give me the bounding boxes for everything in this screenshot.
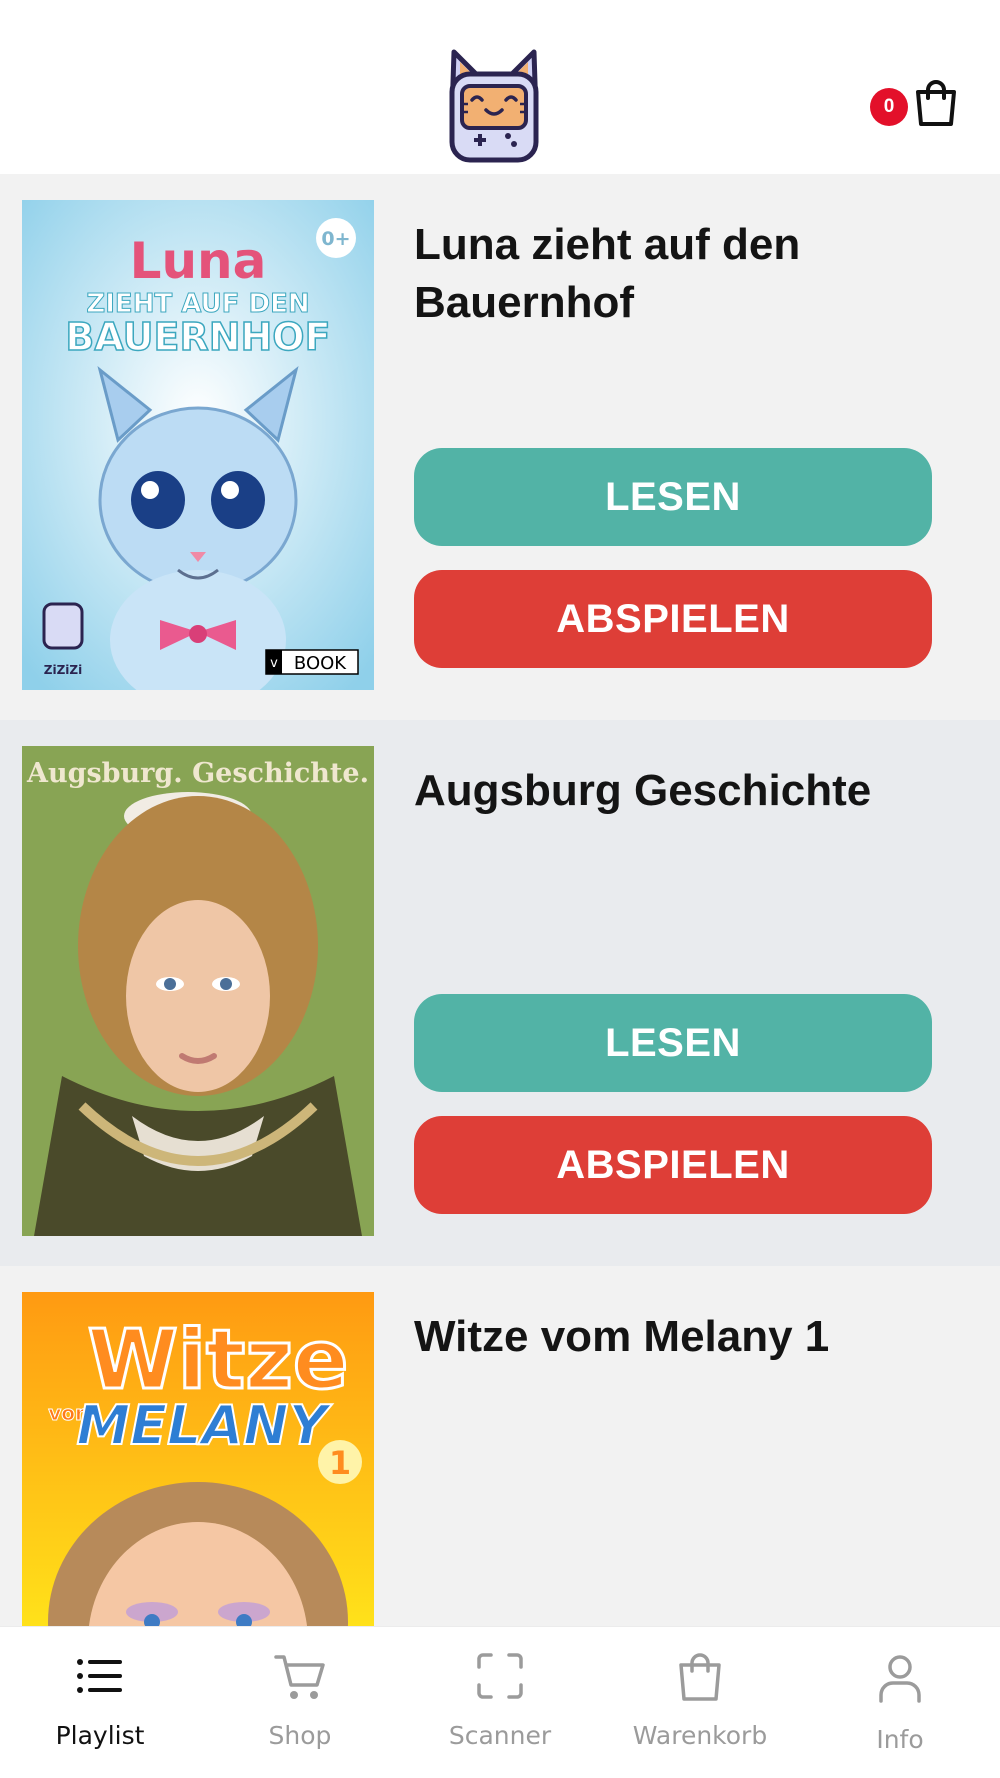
book-cover-melany[interactable]: Witze vom MELANY 1 — [22, 1292, 374, 1628]
nav-item-scanner[interactable]: Scanner — [400, 1627, 600, 1778]
book-cover-augsburg[interactable]: Augsburg. Geschichte. — [22, 746, 374, 1236]
play-button[interactable]: ABSPIELEN — [414, 570, 932, 668]
playlist-item: Augsburg. Geschichte. Augsburg Geschicht… — [0, 720, 1000, 1266]
nav-label: Warenkorb — [632, 1721, 768, 1750]
cover-luna-title: Luna — [130, 232, 267, 290]
read-button[interactable]: LESEN — [414, 994, 932, 1092]
play-button[interactable]: ABSPIELEN — [414, 1116, 932, 1214]
nav-label: Scanner — [448, 1721, 552, 1750]
nav-item-info[interactable]: Info — [800, 1627, 1000, 1778]
shopping-bag-icon — [916, 80, 956, 126]
nav-label: Info — [876, 1725, 924, 1754]
header-cart-button[interactable]: 0 — [870, 78, 960, 130]
list-icon — [77, 1659, 122, 1693]
cart-count-badge: 0 — [870, 88, 908, 126]
cover-age-badge: 0+ — [321, 228, 350, 250]
cover-brand-label: ZiZiZi — [44, 663, 82, 677]
nav-label: Shop — [268, 1721, 332, 1750]
nav-label: Playlist — [55, 1721, 145, 1750]
svg-text:v: v — [270, 656, 278, 671]
nav-item-warenkorb[interactable]: Warenkorb — [600, 1627, 800, 1778]
shopping-bag-icon — [679, 1653, 721, 1701]
scan-frame-icon — [477, 1653, 523, 1699]
cat-logo-icon — [449, 49, 539, 163]
cover-luna-subtitle2: BAUERNHOF — [65, 315, 330, 359]
playlist-item: Luna ZIEHT AUF DEN BAUERNHOF 0+ ZiZiZi v… — [0, 174, 1000, 720]
nav-item-playlist[interactable]: Playlist — [0, 1627, 200, 1778]
read-button[interactable]: LESEN — [414, 448, 932, 546]
cover-format-label: BOOK — [294, 653, 347, 674]
shopping-cart-icon — [274, 1655, 325, 1699]
cover-augsburg-title: Augsburg. Geschichte. — [26, 758, 369, 789]
item-title: Witze vom Melany 1 — [414, 1312, 830, 1361]
app-header: 0 — [0, 0, 1000, 174]
user-icon — [879, 1655, 921, 1703]
book-cover-luna[interactable]: Luna ZIEHT AUF DEN BAUERNHOF 0+ ZiZiZi v… — [22, 200, 374, 690]
item-title: Luna zieht auf den Bauernhof — [414, 220, 801, 327]
bottom-navigation: Playlist Shop Scanner Warenkorb Info — [0, 1626, 1000, 1778]
nav-item-shop[interactable]: Shop — [200, 1627, 400, 1778]
playlist-item: Witze vom MELANY 1 Witze vom Melany 1 — [0, 1266, 1000, 1628]
item-title: Augsburg Geschichte — [414, 766, 872, 815]
cover-melany-number: 1 — [329, 1444, 351, 1482]
cover-melany-name: MELANY — [76, 1394, 332, 1457]
